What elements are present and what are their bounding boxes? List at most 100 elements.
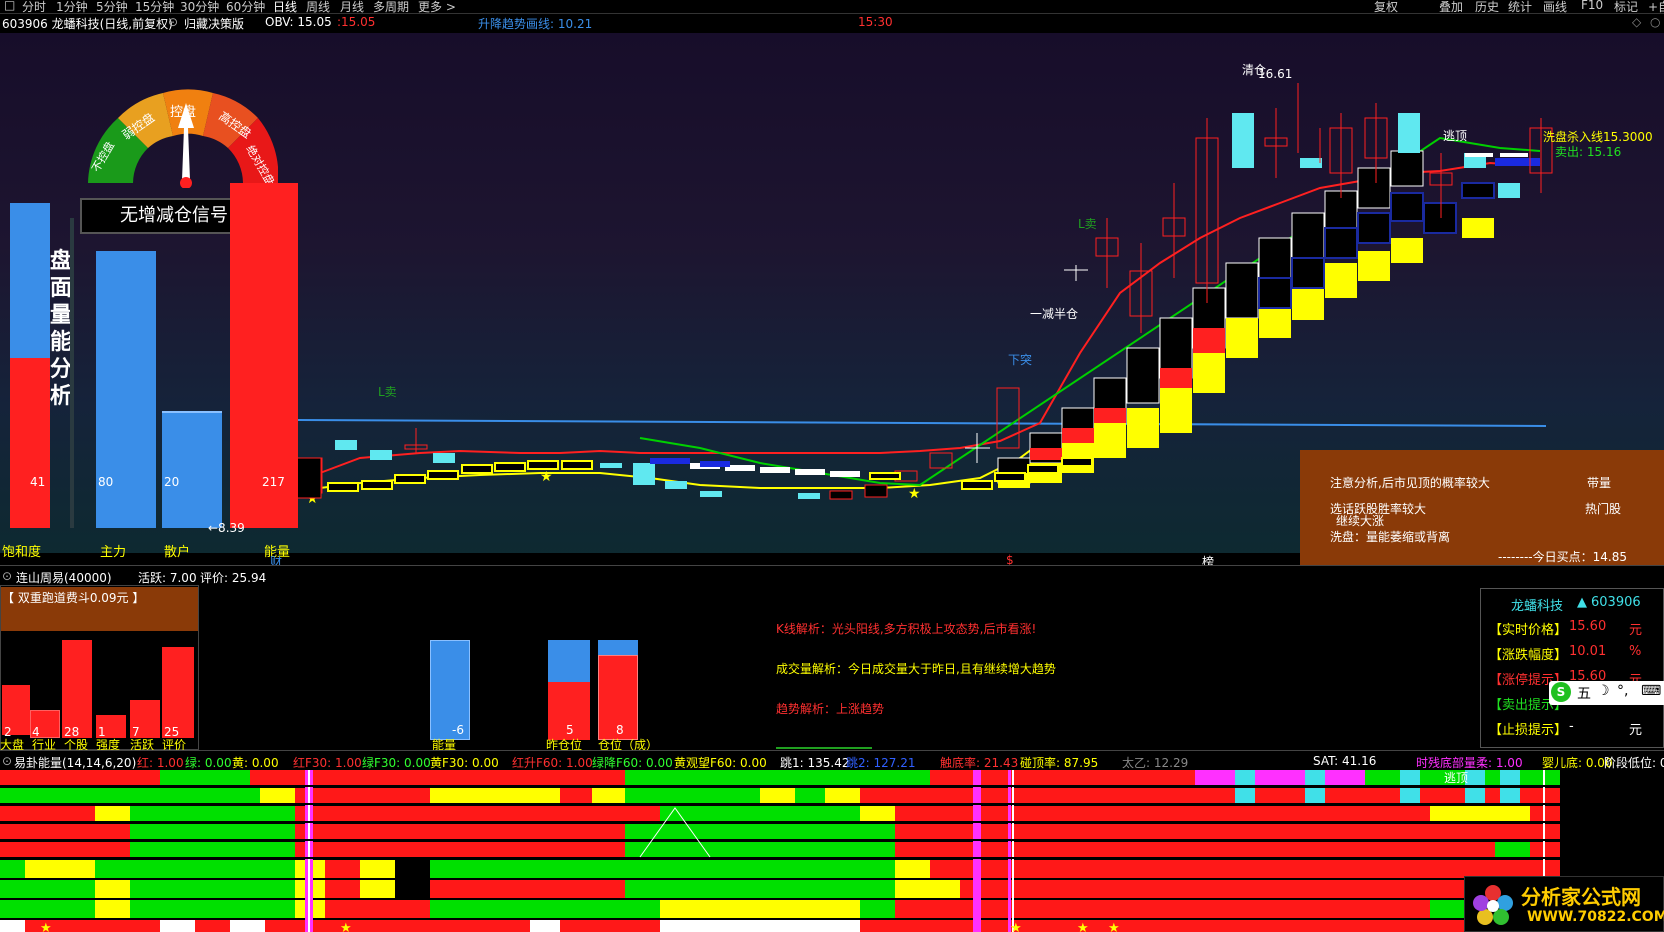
mid-bar-label-zuocangwei: 昨仓位: [546, 738, 583, 750]
icon-box[interactable]: □: [4, 0, 15, 12]
panel2-toggle-icon[interactable]: ⊙: [2, 569, 12, 583]
tool-huaxian[interactable]: 画线: [1543, 0, 1567, 15]
note-line1-right: 带量: [1587, 476, 1612, 490]
small-bar-gegu: [62, 640, 92, 738]
timeframe-tab-multi[interactable]: 多周期: [373, 0, 409, 15]
panel2-header: ⊙ 连山周易(40000) 活跃: 7.00 评价: 25.94: [0, 565, 1664, 585]
tool-lishi[interactable]: 历史: [1475, 0, 1499, 15]
svg-text:★: ★: [340, 921, 352, 932]
p3-shicandibu: 时残底部量柔: 1.00: [1416, 756, 1523, 770]
timeframe-tab-more[interactable]: 更多 >: [418, 0, 456, 15]
note-line5: --------今日买点：14.85: [1498, 550, 1627, 564]
analysis-note-box: 注意分析,后市见顶的概率较大 带量 选话跃股胜率较大 热门股 继续大涨 洗盘：量…: [1300, 450, 1664, 565]
site-watermark: 分析家公式网 WWW.70822.COM: [1464, 876, 1664, 932]
kline-analysis-text: K线解析：光头阳线,多方积极上攻态势,后市看涨!: [776, 622, 1037, 636]
chart-time: 15:30: [858, 15, 893, 29]
info-row-price: 【实时价格】 15.60 元: [1489, 619, 1643, 638]
infobox-stock-code: 603906: [1591, 595, 1641, 610]
clear-position-label: 清仓: [1242, 63, 1267, 77]
p3-jieduandiwei: 阶段低位: 0: [1604, 756, 1664, 770]
timeframe-tab-30min[interactable]: 30分钟: [180, 0, 219, 15]
l-sell-label: L卖: [1078, 217, 1097, 231]
timeframe-tab-fenshi[interactable]: 分时: [22, 0, 46, 15]
yigua-stripes: ★ ★ ★ ★ ★ 逃顶: [0, 770, 1560, 932]
panel2-header-box: 【 双重跑道费斗0.09元 】: [0, 587, 198, 631]
obv-label: OBV: 15.05: [265, 15, 332, 29]
timeframe-tab-weekly[interactable]: 周线: [306, 0, 330, 15]
panel3-indicator-name[interactable]: 易卦能量(14,14,6,20): [14, 754, 136, 771]
volume-analysis-text: 成交量解析：今日成交量大于昨日,且有继续增大趋势: [776, 662, 1056, 676]
small-bar-label-qiangdu: 强度: [96, 738, 121, 750]
cyan-candles: [335, 113, 1520, 499]
tool-fuquan[interactable]: 复权: [1374, 0, 1398, 15]
diamond-icon[interactable]: ◇: [1632, 15, 1641, 29]
panel2-lianshan: 【 双重跑道费斗0.09元 】 2 4 28 1 7 25 大盘 行业 个股 强…: [0, 585, 1664, 750]
mid-bar-label-cangwei: 仓位（成）: [598, 738, 659, 750]
infobox-stock-name: 龙蟠科技: [1511, 599, 1564, 614]
ime-mode: 五: [1577, 686, 1591, 702]
panel2-rating: 评价: 25.94: [200, 571, 267, 585]
stock-info-box: 龙蟠科技 ▲ 603906 【实时价格】 15.60 元 【涨跌幅度】 10.01% …: [1480, 588, 1664, 748]
ime-toolbar[interactable]: S 五 ☽ °, ⌨: [1549, 681, 1664, 705]
p3-yingerdi: 婴儿底: 0.00: [1542, 756, 1613, 770]
svg-text:★: ★: [908, 486, 921, 502]
sell-out-label: 卖出: 15.16: [1555, 145, 1622, 159]
axis-marker-cai: 财: [270, 555, 283, 565]
red-hollow-candles: [299, 83, 1553, 494]
mid-bar-value-zuocangwei: 5: [566, 723, 574, 737]
p3-tiao1: 跳1: 135.42: [780, 756, 850, 770]
mid-bar-zuocangwei-blue: [548, 640, 590, 682]
svg-text:★: ★: [1108, 921, 1120, 932]
mid-bar-value-cangwei: 8: [616, 723, 624, 737]
control-gauge: 不控盘 弱控盘 控盘 高控盘 绝对控盘: [88, 89, 278, 188]
bar-value-nengliang: 217: [262, 475, 285, 489]
timeframe-tab-15min[interactable]: 15分钟: [135, 0, 174, 15]
tool-biaoji[interactable]: 标记: [1614, 0, 1638, 15]
tool-zixuan[interactable]: +自: [1648, 0, 1664, 15]
panel3-header: ⊙ 易卦能量(14,14,6,20) 红: 1.00 绿: 0.00 黄: 0.…: [0, 750, 1664, 770]
timeframe-tab-1min[interactable]: 1分钟: [56, 0, 88, 15]
tool-diejia[interactable]: 叠加: [1439, 0, 1463, 15]
p3-lv: 绿: 0.00: [185, 756, 232, 770]
reduce-half-label: 一减半仓: [1030, 307, 1079, 321]
circle-icon[interactable]: ○: [1650, 15, 1660, 29]
mid-bar-label-nengliang: 能量: [432, 738, 457, 750]
p3-lvjiang: 绿降F60: 0.00: [592, 756, 673, 770]
panel2-black-box: [198, 585, 380, 750]
infobox-up-arrow-icon: ▲: [1577, 595, 1587, 610]
chart-info-bar: 603906 龙蟠科技(日线,前复权) ⊙ 归藏决策版 OBV: 15.05 :…: [0, 14, 1664, 33]
xiatu-label: 下突: [1008, 353, 1033, 367]
left-red-candle: [296, 457, 322, 499]
tool-f10[interactable]: F10: [1581, 0, 1603, 12]
panel3-toggle-icon[interactable]: ⊙: [2, 754, 12, 768]
axis-marker-bang: 榜: [1202, 555, 1215, 565]
mid-bar-cangwei-blue: [598, 640, 638, 655]
gauge-pivot: [180, 177, 192, 188]
timeframe-tab-60min[interactable]: 60分钟: [226, 0, 265, 15]
mid-bar-nengliang: [430, 640, 470, 740]
panel2-indicator-name[interactable]: 连山周易(40000): [16, 569, 112, 586]
arrow-note: ←8.39: [208, 521, 245, 535]
timeframe-tab-5min[interactable]: 5分钟: [96, 0, 128, 15]
p3-pengdinglv: 碰顶率: 87.95: [1020, 756, 1099, 770]
note-line4: 洗盘：量能萎缩或背离: [1330, 530, 1451, 544]
svg-text:★: ★: [40, 921, 52, 932]
tool-tongji[interactable]: 统计: [1508, 0, 1532, 15]
axis-marker-dollar: $: [1006, 553, 1014, 565]
escape-top-label: 逃顶: [1443, 129, 1468, 143]
watermark-url: WWW.70822.COM: [1527, 909, 1664, 925]
p3-taiyi: 太乙: 12.29: [1122, 756, 1189, 770]
panel3-yigua-energy: ★ ★ ★ ★ ★ 逃顶: [0, 770, 1664, 932]
p3-huang: 黄: 0.00: [232, 756, 279, 770]
timeframe-tab-daily[interactable]: 日线: [273, 0, 297, 15]
obv-value: :15.05: [337, 15, 376, 29]
small-bar-label-huoyue: 活跃: [130, 738, 155, 750]
bar-baohedu-red: [10, 358, 50, 528]
bar-label-sanhu: 散户: [164, 545, 191, 560]
strategy-name[interactable]: 归藏决策版: [184, 15, 244, 32]
trend-line-label: 升降趋势画线: 10.21: [478, 17, 593, 31]
strategy-toggle-icon[interactable]: ⊙: [168, 15, 178, 29]
timeframe-tab-monthly[interactable]: 月线: [340, 0, 364, 15]
p3-huangguanwang: 黄观望F60: 0.00: [674, 756, 767, 770]
moon-icon: ☽: [1597, 683, 1610, 699]
